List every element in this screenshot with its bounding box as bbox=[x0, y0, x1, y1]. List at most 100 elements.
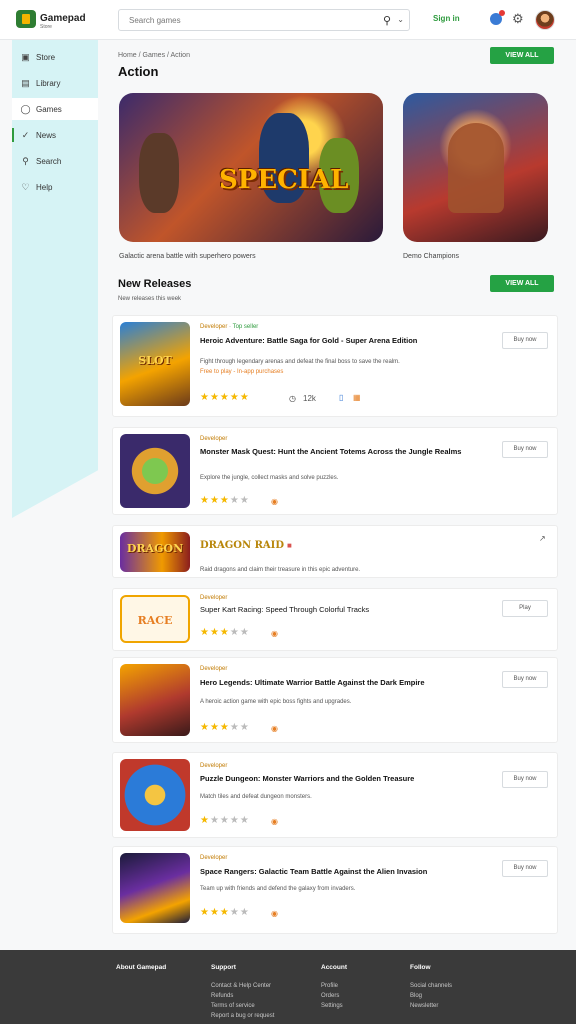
game-card[interactable]: DRAGON DRAGON RAID ■ ↗ Raid dragons and … bbox=[112, 525, 558, 578]
section-view-all-button[interactable]: VIEW ALL bbox=[490, 275, 554, 292]
game-title[interactable]: Super Kart Racing: Speed Through Colorfu… bbox=[200, 605, 497, 614]
news-icon: ✓ bbox=[21, 130, 30, 140]
game-title[interactable]: Space Rangers: Galactic Team Battle Agai… bbox=[200, 867, 497, 876]
gift-icon[interactable]: ◉ bbox=[271, 497, 278, 506]
thumbnail-logo: DRAGON bbox=[126, 542, 184, 556]
buy-button[interactable]: Buy now bbox=[502, 441, 548, 458]
footer-column: Support Contact & Help Center Refunds Te… bbox=[211, 964, 274, 1023]
page-title: Action bbox=[118, 64, 159, 79]
play-button[interactable]: Play bbox=[502, 600, 548, 617]
game-title[interactable]: Monster Mask Quest: Hunt the Ancient Tot… bbox=[200, 447, 497, 456]
game-meta: Developer bbox=[200, 595, 227, 601]
sidebar-item-search[interactable]: ⚲ Search bbox=[12, 150, 98, 172]
thumbnail-logo: RACE bbox=[137, 613, 173, 627]
footer-link[interactable]: Refunds bbox=[211, 993, 274, 999]
thumbnail-logo: SLOT bbox=[138, 353, 172, 367]
footer-column: Follow Social channels Blog Newsletter bbox=[410, 964, 452, 1013]
game-meta: Developer bbox=[200, 855, 227, 861]
gift-icon[interactable]: ▦ bbox=[353, 393, 361, 402]
sidebar-item-games[interactable]: ◯ Games bbox=[12, 98, 98, 120]
game-title[interactable]: Puzzle Dungeon: Monster Warriors and the… bbox=[200, 774, 497, 783]
sidebar-item-label: Games bbox=[36, 105, 62, 114]
developer-name[interactable]: Developer bbox=[200, 324, 227, 330]
gift-icon[interactable]: ◉ bbox=[271, 629, 278, 638]
featured-banner-2[interactable] bbox=[403, 93, 548, 242]
star-rating: ★★★★★ bbox=[200, 815, 250, 826]
brand-name[interactable]: Gamepad bbox=[40, 13, 86, 24]
sidebar-item-help[interactable]: ♡ Help bbox=[12, 176, 98, 198]
featured-caption-1[interactable]: Galactic arena battle with superhero pow… bbox=[119, 253, 256, 260]
buy-button[interactable]: Buy now bbox=[502, 771, 548, 788]
game-meta: Developer bbox=[200, 436, 227, 442]
search-placeholder: Search games bbox=[129, 16, 181, 25]
footer-link[interactable]: Terms of service bbox=[211, 1003, 274, 1009]
game-thumbnail[interactable] bbox=[120, 664, 190, 736]
external-link-icon[interactable]: ↗ bbox=[539, 534, 546, 543]
developer-name[interactable]: Developer bbox=[200, 666, 227, 672]
footer-link[interactable]: Settings bbox=[321, 1003, 347, 1009]
footer-link[interactable]: Profile bbox=[321, 983, 347, 989]
trash-icon[interactable]: ▯ bbox=[339, 393, 343, 402]
banner-logo: SPECIAL bbox=[219, 165, 349, 195]
footer-link[interactable]: Blog bbox=[410, 993, 452, 999]
buy-button[interactable]: Buy now bbox=[502, 671, 548, 688]
buy-button[interactable]: Buy now bbox=[502, 332, 548, 349]
game-card[interactable]: RACE Developer Super Kart Racing: Speed … bbox=[112, 588, 558, 651]
game-thumbnail[interactable]: RACE bbox=[120, 595, 190, 643]
developer-name[interactable]: Developer bbox=[200, 595, 227, 601]
game-thumbnail[interactable]: DRAGON bbox=[120, 532, 190, 572]
game-thumbnail[interactable]: SLOT bbox=[120, 322, 190, 406]
search-icon[interactable]: ⚲ bbox=[383, 14, 391, 27]
notification-icon[interactable] bbox=[490, 10, 505, 25]
avatar[interactable] bbox=[535, 10, 555, 30]
sidebar-item-label: Search bbox=[36, 157, 62, 166]
breadcrumb[interactable]: Home / Games / Action bbox=[118, 52, 190, 59]
library-icon: ▤ bbox=[21, 78, 30, 88]
chevron-down-icon[interactable]: ⌄ bbox=[397, 15, 404, 24]
game-title[interactable]: DRAGON RAID bbox=[200, 540, 497, 552]
search-input[interactable]: Search games ⚲ ⌄ bbox=[118, 9, 410, 31]
developer-name[interactable]: Developer bbox=[200, 436, 227, 442]
footer-link[interactable]: Contact & Help Center bbox=[211, 983, 274, 989]
gear-icon[interactable]: ⚙ bbox=[512, 11, 524, 27]
flag-icon[interactable]: ■ bbox=[287, 541, 292, 550]
star-rating: ★★★★★ bbox=[200, 495, 250, 506]
featured-banner-1[interactable]: SPECIAL bbox=[119, 93, 383, 242]
game-card[interactable]: Developer Puzzle Dungeon: Monster Warrio… bbox=[112, 752, 558, 838]
games-icon: ◯ bbox=[20, 104, 31, 114]
sign-in-link[interactable]: Sign in bbox=[433, 14, 460, 23]
gift-icon[interactable]: ◉ bbox=[271, 817, 278, 826]
game-thumbnail[interactable] bbox=[120, 853, 190, 923]
sidebar-item-library[interactable]: ▤ Library bbox=[12, 72, 98, 94]
sidebar-item-store[interactable]: ▣ Store bbox=[12, 46, 98, 68]
footer-column: About Gamepad bbox=[116, 964, 166, 983]
developer-name[interactable]: Developer bbox=[200, 763, 227, 769]
featured-caption-2[interactable]: Demo Champions bbox=[403, 253, 459, 260]
star-rating: ★★★★★ bbox=[200, 392, 250, 403]
gift-icon[interactable]: ◉ bbox=[271, 909, 278, 918]
gift-icon[interactable]: ◉ bbox=[271, 724, 278, 733]
character-figure bbox=[448, 123, 504, 213]
game-card[interactable]: SLOT Developer · Top seller Heroic Adven… bbox=[112, 315, 558, 417]
clock-icon: ◷ bbox=[289, 394, 296, 403]
game-description: Raid dragons and claim their treasure in… bbox=[200, 567, 361, 573]
game-thumbnail[interactable] bbox=[120, 759, 190, 831]
game-card[interactable]: Developer Hero Legends: Ultimate Warrior… bbox=[112, 657, 558, 743]
footer-link[interactable]: Social channels bbox=[410, 983, 452, 989]
sidebar: ▣ Store ▤ Library ◯ Games ✓ News ⚲ Searc… bbox=[12, 40, 98, 518]
game-card[interactable]: Developer Monster Mask Quest: Hunt the A… bbox=[112, 427, 558, 515]
footer-link[interactable]: Newsletter bbox=[410, 1003, 452, 1009]
logo-icon[interactable] bbox=[16, 10, 36, 28]
game-thumbnail[interactable] bbox=[120, 434, 190, 508]
game-card[interactable]: Developer Space Rangers: Galactic Team B… bbox=[112, 846, 558, 934]
section-subtitle: New releases this week bbox=[118, 296, 182, 302]
game-title[interactable]: Heroic Adventure: Battle Saga for Gold -… bbox=[200, 336, 497, 345]
buy-button[interactable]: Buy now bbox=[502, 860, 548, 877]
sidebar-item-news[interactable]: ✓ News bbox=[12, 124, 98, 146]
view-all-button[interactable]: VIEW ALL bbox=[490, 47, 554, 64]
game-title[interactable]: Hero Legends: Ultimate Warrior Battle Ag… bbox=[200, 678, 497, 687]
game-price: Free to play - In-app purchases bbox=[200, 369, 284, 375]
footer-link[interactable]: Report a bug or request bbox=[211, 1013, 274, 1019]
developer-name[interactable]: Developer bbox=[200, 855, 227, 861]
footer-link[interactable]: Orders bbox=[321, 993, 347, 999]
